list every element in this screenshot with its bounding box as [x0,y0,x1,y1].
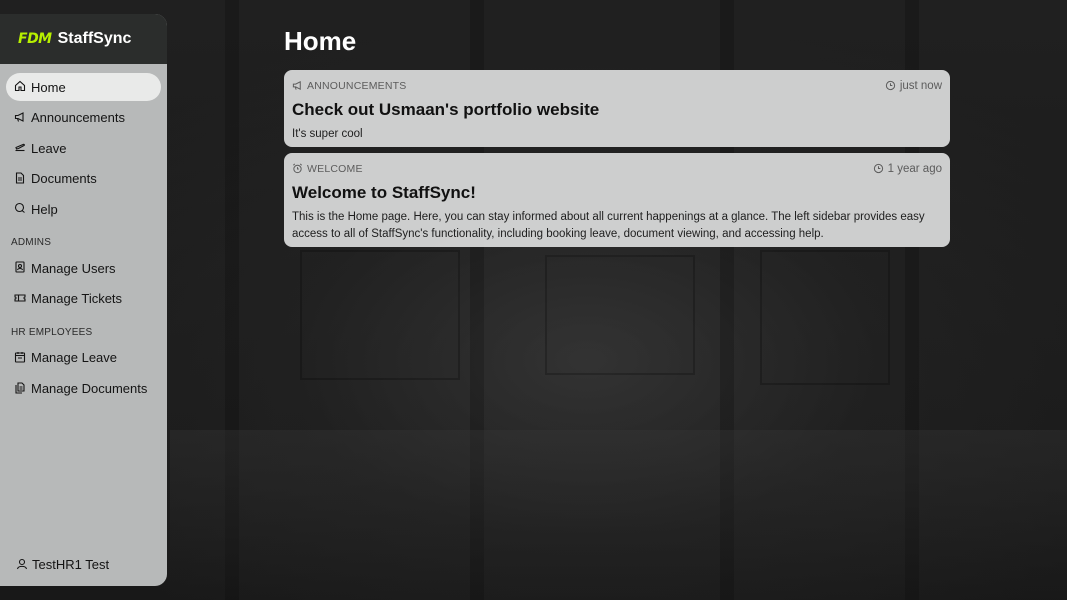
card-body: This is the Home page. Here, you can sta… [292,211,925,240]
sidebar-item-label: Announcements [31,110,125,126]
clock-icon [885,80,898,92]
files-icon [14,382,28,396]
sidebar-item-documents[interactable]: Documents [6,165,161,193]
current-user[interactable]: TestHR1 Test [16,557,109,572]
section-label-hr: HR EMPLOYEES [11,326,93,338]
megaphone-icon [14,111,28,125]
user-name: TestHR1 Test [32,557,110,572]
announcement-card[interactable]: WELCOME 1 year ago Welcome to StaffSync!… [284,153,950,247]
card-timestamp: 1 year ago [873,163,942,175]
sidebar-item-label: Manage Users [31,260,116,276]
calendar-icon [14,351,28,365]
plane-icon [14,141,28,155]
sidebar-item-manage-leave[interactable]: Manage Leave [6,344,161,372]
sidebar-item-manage-tickets[interactable]: Manage Tickets [6,285,161,313]
section-label-admins: ADMINS [11,237,52,249]
sidebar-item-help[interactable]: Help [6,195,161,223]
sidebar-item-announcements[interactable]: Announcements [6,104,161,132]
card-time-label: 1 year ago [887,163,942,175]
user-icon [16,558,30,572]
announcement-card[interactable]: ANNOUNCEMENTS just now Check out Usmaan'… [284,70,950,147]
ticket-icon [14,292,28,306]
card-title: Check out Usmaan's portfolio website [292,100,600,119]
card-body: It's super cool [292,128,363,140]
card-timestamp: just now [885,80,942,92]
sidebar-item-manage-documents[interactable]: Manage Documents [6,375,161,403]
sidebar-item-label: Manage Leave [31,350,118,366]
card-title: Welcome to StaffSync! [292,183,476,202]
sidebar: FDM StaffSync Home Announcements Leave D… [0,14,167,586]
contact-book-icon [14,261,28,275]
card-category-label: ANNOUNCEMENTS [307,80,407,92]
card-header: ANNOUNCEMENTS just now [292,80,942,92]
card-category: WELCOME [292,163,363,175]
sidebar-item-label: Leave [31,140,67,156]
sidebar-item-leave[interactable]: Leave [6,134,161,162]
sidebar-item-manage-users[interactable]: Manage Users [6,254,161,282]
help-chat-icon [14,202,28,216]
home-icon [14,80,28,94]
alarm-clock-icon [292,163,305,175]
fdm-logo: FDM [18,31,52,47]
megaphone-icon [292,80,305,92]
card-category: ANNOUNCEMENTS [292,80,406,92]
sidebar-item-label: Documents [31,171,97,187]
document-icon [14,172,28,186]
card-header: WELCOME 1 year ago [292,163,942,175]
card-time-label: just now [899,80,942,92]
sidebar-item-home[interactable]: Home [6,73,161,101]
brand-header[interactable]: FDM StaffSync [0,14,167,64]
card-category-label: WELCOME [307,163,363,175]
sidebar-item-label: Manage Documents [31,381,148,397]
sidebar-item-label: Manage Tickets [31,291,123,307]
app-name: StaffSync [57,30,132,47]
sidebar-item-label: Home [31,79,66,95]
page-title: Home [284,26,357,56]
sidebar-item-label: Help [31,201,58,217]
clock-icon [873,163,886,175]
sidebar-nav: Home Announcements Leave Documents Help [0,64,167,403]
